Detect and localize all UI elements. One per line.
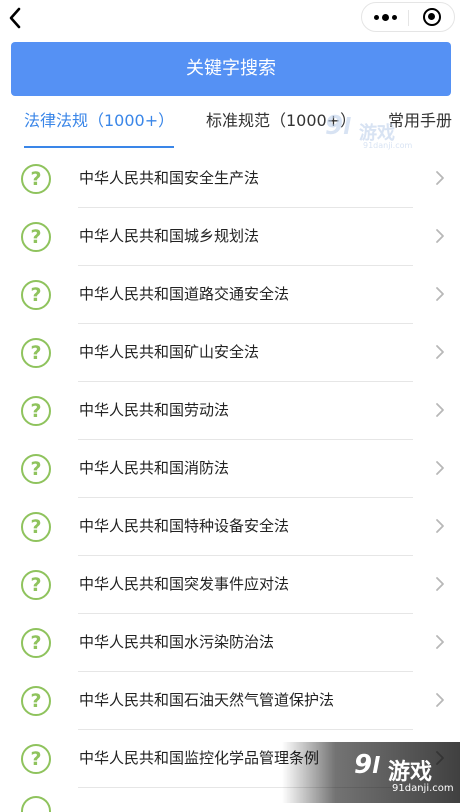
list-item-title: 中华人民共和国水污染防治法	[79, 633, 275, 651]
active-tab-indicator	[24, 146, 174, 148]
back-button[interactable]	[4, 4, 28, 32]
chevron-right-icon	[436, 461, 444, 475]
list-item[interactable]: ? 中华人民共和国石油天然气管道保护法	[0, 672, 460, 730]
watermark-logo: 9l 游戏 91danji.com	[325, 111, 413, 150]
more-dots-icon	[374, 15, 379, 20]
question-icon: ?	[21, 744, 51, 774]
chevron-right-icon	[436, 229, 444, 243]
question-icon: ?	[21, 686, 51, 716]
list-item-title: 中华人民共和国道路交通安全法	[79, 285, 290, 303]
list-item-title: 中华人民共和国石油天然气管道保护法	[79, 691, 335, 709]
list-item-title: 中华人民共和国安全生产法	[79, 169, 260, 187]
mini-program-capsule	[361, 2, 455, 32]
list-item-title: 中华人民共和国突发事件应对法	[79, 575, 290, 593]
chevron-right-icon	[436, 519, 444, 533]
question-icon	[21, 796, 51, 812]
watermark-logo-mark: 9l	[354, 750, 380, 780]
chevron-right-icon	[436, 403, 444, 417]
watermark-logo-mark: 9l	[325, 111, 351, 141]
chevron-right-icon	[436, 635, 444, 649]
list-item[interactable]: ? 中华人民共和国安全生产法	[0, 150, 460, 208]
list-item[interactable]: ? 中华人民共和国突发事件应对法	[0, 556, 460, 614]
question-icon: ?	[21, 222, 51, 252]
watermark-logo: 9l 游戏 91danji.com	[282, 742, 460, 803]
list-item[interactable]: ? 中华人民共和国水污染防治法	[0, 614, 460, 672]
list-item[interactable]: ? 中华人民共和国道路交通安全法	[0, 266, 460, 324]
list-item-title: 中华人民共和国消防法	[79, 459, 230, 477]
list-item[interactable]: ? 中华人民共和国矿山安全法	[0, 324, 460, 382]
question-icon: ?	[21, 164, 51, 194]
list-item-title: 中华人民共和国城乡规划法	[79, 227, 260, 245]
list-item-title: 中华人民共和国劳动法	[79, 401, 230, 419]
chevron-right-icon	[436, 171, 444, 185]
question-icon: ?	[21, 338, 51, 368]
more-button[interactable]	[362, 3, 408, 31]
list-item[interactable]: ? 中华人民共和国劳动法	[0, 382, 460, 440]
chevron-right-icon	[436, 577, 444, 591]
tab-laws[interactable]: 法律法规（1000+）	[24, 110, 174, 132]
chevron-left-icon	[9, 7, 21, 29]
list-item-title: 中华人民共和国矿山安全法	[79, 343, 260, 361]
question-icon: ?	[21, 570, 51, 600]
navigation-bar	[0, 0, 460, 36]
question-icon: ?	[21, 512, 51, 542]
list-item[interactable]: ? 中华人民共和国消防法	[0, 440, 460, 498]
question-icon: ?	[21, 396, 51, 426]
question-icon: ?	[21, 280, 51, 310]
chevron-right-icon	[436, 287, 444, 301]
list-item[interactable]: ? 中华人民共和国城乡规划法	[0, 208, 460, 266]
chevron-right-icon	[436, 693, 444, 707]
keyword-search-button[interactable]: 关键字搜索	[11, 42, 451, 96]
question-icon: ?	[21, 628, 51, 658]
list-item[interactable]: ? 中华人民共和国特种设备安全法	[0, 498, 460, 556]
question-icon: ?	[21, 454, 51, 484]
list-item-title: 中华人民共和国特种设备安全法	[79, 517, 290, 535]
chevron-right-icon	[436, 345, 444, 359]
close-button[interactable]	[409, 3, 455, 31]
